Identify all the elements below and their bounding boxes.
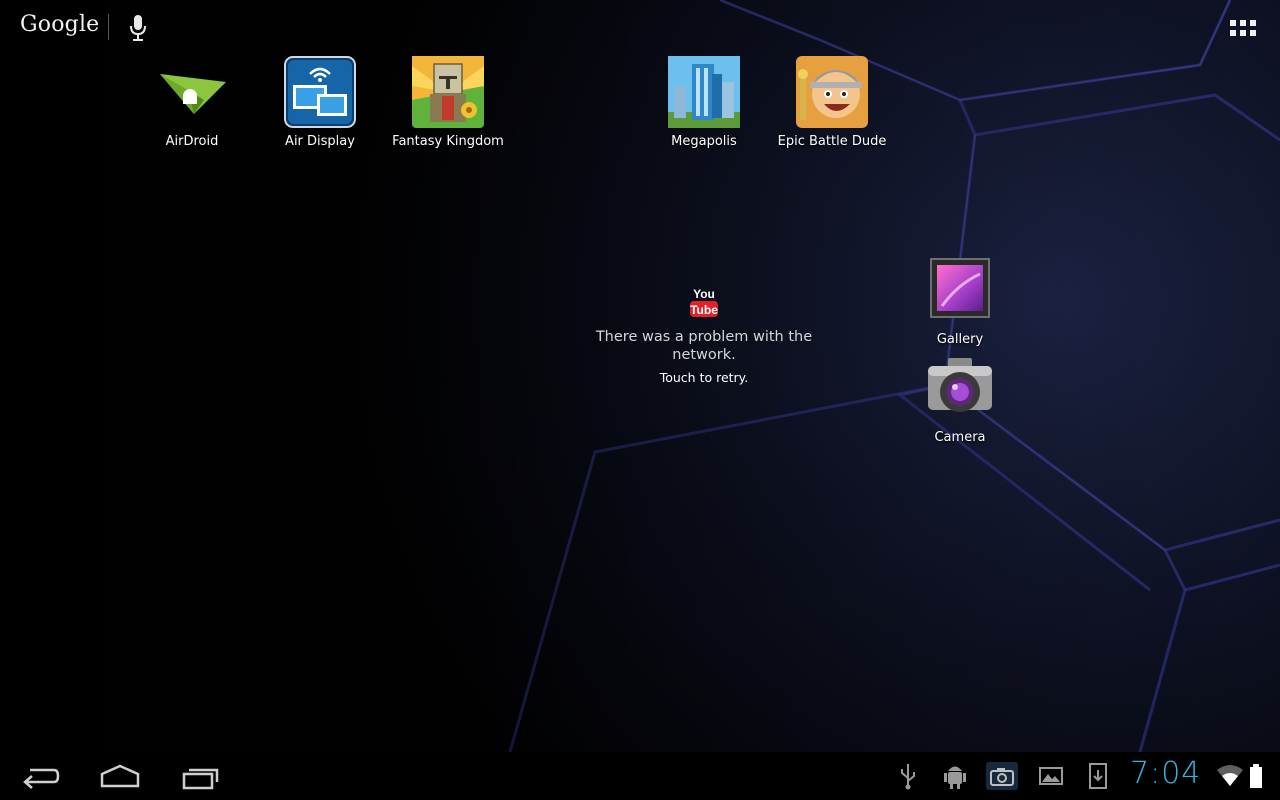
search-divider — [108, 14, 109, 40]
gallery-icon — [930, 258, 990, 318]
camera-icon — [928, 358, 992, 412]
youtube-retry-link[interactable]: Touch to retry. — [584, 370, 824, 385]
shortcut-gallery[interactable]: Gallery — [900, 254, 1020, 347]
shortcut-camera[interactable]: Camera — [900, 352, 1020, 445]
youtube-logo-top: You — [693, 287, 715, 301]
youtube-logo-icon: You Tube — [690, 287, 718, 317]
recent-apps-icon[interactable] — [180, 762, 220, 790]
shortcut-fantasy-kingdom[interactable]: Fantasy Kingdom — [388, 56, 508, 149]
google-search-logo[interactable]: Google — [20, 12, 99, 37]
shortcut-airdroid[interactable]: AirDroid — [132, 56, 252, 149]
youtube-error-message: There was a problem with the network. — [595, 329, 813, 363]
shortcut-label: Gallery — [936, 332, 984, 347]
gallery-notification-icon[interactable] — [1038, 762, 1064, 790]
youtube-logo-bottom: Tube — [690, 303, 718, 317]
shortcut-label: Fantasy Kingdom — [392, 134, 504, 149]
epic-battle-dude-icon — [796, 56, 868, 128]
shortcut-epic-battle-dude[interactable]: Epic Battle Dude — [772, 56, 892, 149]
screenshot-camera-icon[interactable] — [986, 762, 1018, 790]
home-icon[interactable] — [100, 762, 140, 790]
shortcut-label: Camera — [934, 430, 986, 445]
shortcut-label: Air Display — [285, 134, 355, 149]
microphone-icon[interactable] — [128, 14, 148, 42]
shortcut-air-display[interactable]: Air Display — [260, 56, 380, 149]
shortcut-label: Epic Battle Dude — [777, 134, 887, 149]
megapolis-icon — [668, 56, 740, 128]
shortcut-label: Megapolis — [671, 134, 737, 149]
back-icon[interactable] — [20, 762, 60, 790]
shortcut-label: AirDroid — [165, 134, 219, 149]
all-apps-icon[interactable] — [1228, 18, 1260, 40]
air-display-icon — [284, 56, 356, 128]
youtube-widget[interactable]: You Tube There was a problem with the ne… — [584, 286, 824, 385]
shortcut-megapolis[interactable]: Megapolis — [644, 56, 764, 149]
fantasy-kingdom-icon — [412, 56, 484, 128]
airdroid-icon — [160, 74, 226, 114]
status-clock[interactable]: 7:04 — [1130, 756, 1201, 791]
download-icon[interactable] — [1086, 762, 1110, 790]
battery-icon — [1250, 764, 1262, 788]
wifi-icon — [1217, 765, 1243, 786]
top-bar: Google — [0, 0, 1280, 56]
android-debug-icon[interactable] — [942, 762, 968, 790]
system-bar — [0, 752, 1280, 800]
usb-icon[interactable] — [896, 762, 920, 790]
